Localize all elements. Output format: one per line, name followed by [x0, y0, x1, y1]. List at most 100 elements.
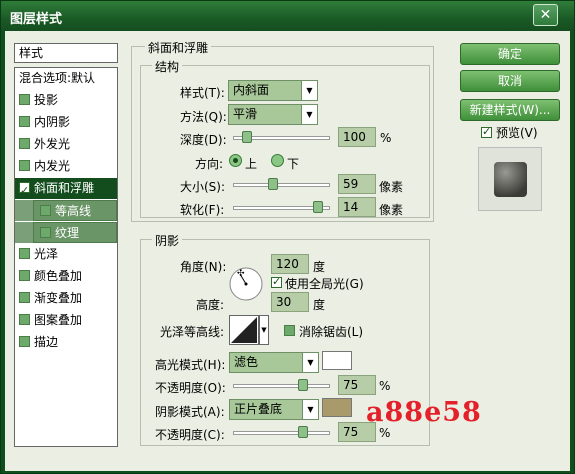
- cancel-button[interactable]: 取消: [460, 70, 560, 92]
- styles-header[interactable]: 样式: [14, 43, 118, 63]
- shading-title: 阴影: [152, 232, 183, 249]
- method-value: 平滑: [233, 107, 258, 121]
- effect-item[interactable]: 外发光: [15, 134, 117, 155]
- depth-slider-thumb[interactable]: [241, 131, 252, 143]
- size-label: 大小(S):: [180, 180, 226, 194]
- effect-item[interactable]: 投影: [15, 90, 117, 111]
- sub-effect-item[interactable]: 纹理: [33, 222, 117, 243]
- highlight-opacity-unit: %: [379, 379, 391, 393]
- depth-input[interactable]: 100: [338, 127, 376, 147]
- angle-unit: 度: [313, 260, 326, 274]
- window-title: 图层样式: [10, 12, 63, 27]
- cancel-label: 取消: [497, 74, 522, 88]
- preview-checkbox[interactable]: [481, 125, 492, 138]
- altitude-input[interactable]: 30: [271, 292, 309, 312]
- highlight-mode-dropdown[interactable]: 滤色 ▼: [229, 352, 319, 373]
- effect-label: 描边: [34, 335, 59, 349]
- ok-button[interactable]: 确定: [460, 43, 560, 65]
- effect-checkbox[interactable]: [19, 292, 30, 303]
- size-slider[interactable]: [233, 183, 330, 187]
- effect-checkbox[interactable]: [19, 248, 30, 259]
- effect-checkbox[interactable]: [40, 227, 51, 238]
- angle-value: 120: [276, 257, 299, 271]
- shadow-color-swatch[interactable]: [322, 398, 352, 417]
- effect-checkbox[interactable]: [19, 180, 30, 201]
- soften-value: 14: [343, 200, 359, 214]
- preview-swatch: [494, 162, 527, 197]
- chevron-down-icon: ▼: [301, 81, 317, 100]
- effect-item[interactable]: 渐变叠加: [15, 288, 117, 309]
- effect-item[interactable]: 斜面和浮雕: [15, 178, 117, 201]
- highlight-color-swatch[interactable]: [322, 351, 352, 370]
- shadow-opacity-thumb[interactable]: [298, 426, 309, 438]
- shadow-mode-label: 阴影模式(A):: [155, 405, 225, 419]
- global-light-checkbox[interactable]: [271, 275, 282, 288]
- size-slider-thumb[interactable]: [267, 178, 278, 190]
- sub-effect-item[interactable]: 等高线: [33, 200, 117, 221]
- effect-item[interactable]: 颜色叠加: [15, 266, 117, 287]
- shadow-mode-dropdown[interactable]: 正片叠底 ▼: [229, 399, 319, 420]
- effect-item[interactable]: 纹理: [15, 222, 117, 243]
- highlight-opacity-thumb[interactable]: [298, 379, 309, 391]
- angle-dial[interactable]: ✣: [228, 266, 264, 302]
- altitude-label: 高度:: [196, 298, 225, 312]
- antialias-checkbox[interactable]: [284, 325, 295, 336]
- effect-label: 等高线: [55, 204, 92, 218]
- highlight-opacity-slider[interactable]: [233, 384, 330, 388]
- depth-label: 深度(D):: [180, 133, 227, 147]
- size-unit: 像素: [379, 180, 404, 194]
- soften-input[interactable]: 14: [338, 197, 376, 217]
- altitude-value: 30: [276, 295, 292, 309]
- shadow-opacity-value: 75: [343, 425, 359, 439]
- styles-header-label: 样式: [19, 46, 44, 60]
- size-input[interactable]: 59: [338, 174, 376, 194]
- effect-item[interactable]: 等高线: [15, 200, 117, 221]
- effect-label: 混合选项:默认: [19, 71, 96, 85]
- preview-label: 预览(V): [496, 126, 538, 140]
- effect-label: 图案叠加: [34, 313, 83, 327]
- global-light-label: 使用全局光(G): [285, 277, 364, 291]
- preview-frame: [478, 147, 542, 211]
- shadow-opacity-slider[interactable]: [233, 431, 330, 435]
- angle-input[interactable]: 120: [271, 254, 309, 274]
- highlight-opacity-label: 不透明度(O):: [155, 381, 226, 395]
- gloss-contour-dropdown[interactable]: ▼: [259, 315, 269, 345]
- direction-label: 方向:: [195, 157, 224, 171]
- effect-checkbox[interactable]: [19, 270, 30, 281]
- effect-item[interactable]: 描边: [15, 332, 117, 353]
- watermark: a88e58: [366, 397, 482, 428]
- gloss-contour-preview[interactable]: [229, 315, 259, 345]
- effect-item[interactable]: 混合选项:默认: [15, 68, 117, 89]
- altitude-unit: 度: [313, 298, 326, 312]
- direction-down-radio[interactable]: [271, 154, 284, 167]
- ok-label: 确定: [497, 47, 522, 61]
- effect-checkbox[interactable]: [19, 336, 30, 347]
- effect-checkbox[interactable]: [19, 94, 30, 105]
- effect-checkbox[interactable]: [40, 205, 51, 216]
- angle-label: 角度(N):: [180, 260, 227, 274]
- style-dropdown[interactable]: 内斜面 ▼: [228, 80, 318, 101]
- new-style-label: 新建样式(W)...: [469, 103, 551, 117]
- highlight-opacity-input[interactable]: 75: [338, 375, 376, 395]
- effect-checkbox[interactable]: [19, 314, 30, 325]
- close-icon: ✕: [539, 7, 552, 23]
- title-bar[interactable]: 图层样式 ✕: [1, 1, 574, 31]
- new-style-button[interactable]: 新建样式(W)...: [460, 99, 560, 121]
- effect-item[interactable]: 图案叠加: [15, 310, 117, 331]
- close-button[interactable]: ✕: [533, 4, 558, 26]
- effect-label: 光泽: [34, 247, 59, 261]
- chevron-down-icon: ▼: [302, 353, 318, 372]
- direction-up-radio[interactable]: [229, 154, 242, 167]
- highlight-mode-label: 高光模式(H):: [155, 358, 226, 372]
- direction-up-label: 上: [245, 157, 258, 171]
- effect-item[interactable]: 光泽: [15, 244, 117, 265]
- method-dropdown[interactable]: 平滑 ▼: [228, 104, 318, 125]
- effect-item[interactable]: 内阴影: [15, 112, 117, 133]
- effect-item[interactable]: 内发光: [15, 156, 117, 177]
- effect-checkbox[interactable]: [19, 116, 30, 127]
- chevron-down-icon: ▼: [302, 400, 318, 419]
- soften-slider-thumb[interactable]: [313, 201, 324, 213]
- effect-checkbox[interactable]: [19, 160, 30, 171]
- effect-label: 外发光: [34, 137, 71, 151]
- effect-checkbox[interactable]: [19, 138, 30, 149]
